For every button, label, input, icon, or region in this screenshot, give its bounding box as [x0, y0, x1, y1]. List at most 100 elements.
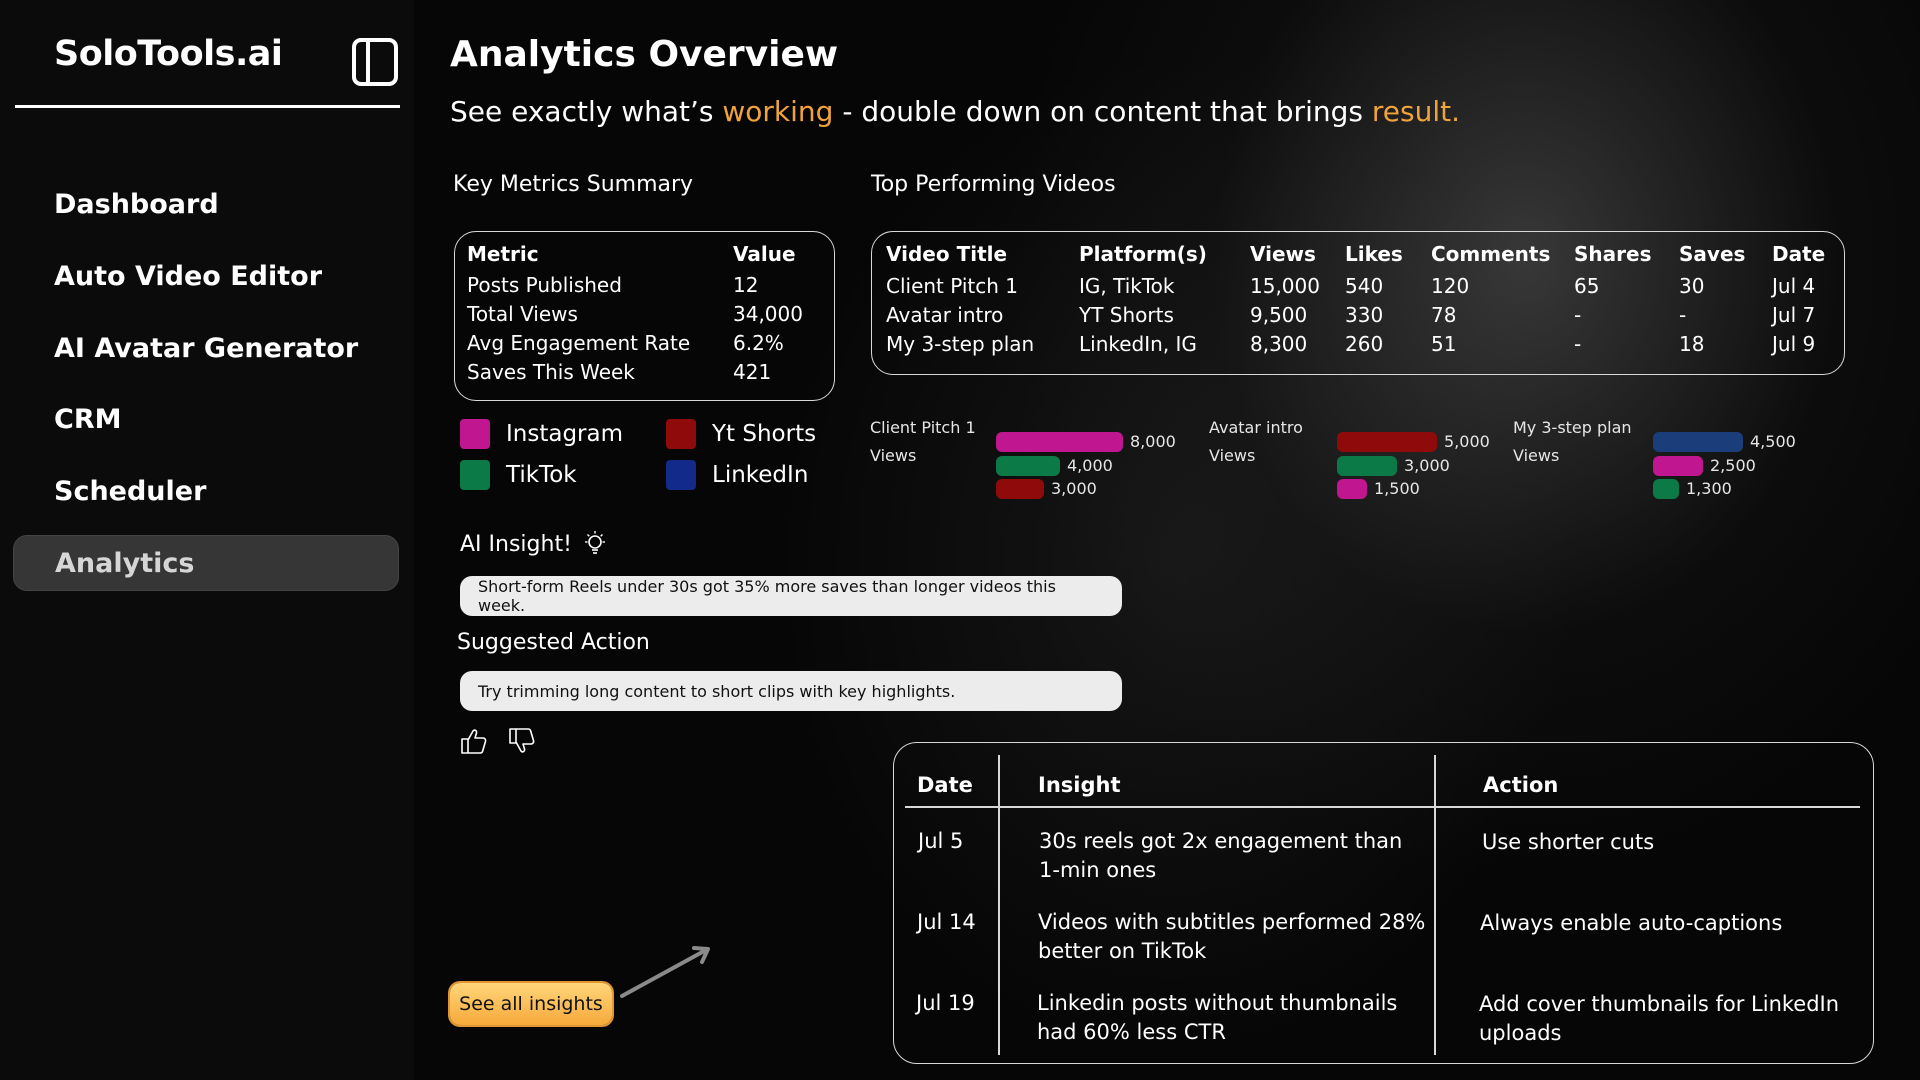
table-row: Total Views 34,000: [467, 300, 803, 329]
sidebar-item-auto-video-editor[interactable]: Auto Video Editor: [13, 248, 399, 304]
metric-name: Posts Published: [467, 273, 622, 297]
column-header: Saves: [1679, 242, 1746, 266]
metric-name: Avg Engagement Rate: [467, 331, 691, 355]
video-date: Jul 4: [1772, 274, 1816, 298]
insight-text: Linkedin posts without thumbnails had 60…: [1037, 989, 1397, 1047]
bar-value-label: 1,500: [1374, 479, 1420, 498]
insight-text: Videos with subtitles performed 28% bett…: [1038, 908, 1425, 966]
chart-avatar-intro: Avatar intro Views 5,000 3,000 1,500: [1209, 418, 1529, 508]
insight-line: 30s reels got 2x engagement than: [1039, 829, 1403, 853]
column-header: Views: [1250, 242, 1316, 266]
metric-name: Total Views: [467, 302, 578, 326]
video-likes: 330: [1345, 303, 1384, 327]
table-row: Avatar intro YT Shorts 9,500 330 78 - - …: [886, 301, 1825, 330]
bar-instagram: [996, 432, 1123, 452]
subtitle-highlight: result.: [1371, 95, 1460, 128]
table-row: Client Pitch 1 IG, TikTok 15,000 540 120…: [886, 272, 1825, 301]
top-videos-table: Video Title Platform(s) Views Likes Comm…: [871, 231, 1845, 375]
suggested-action-title: Suggested Action: [457, 630, 650, 655]
subtitle-text: See exactly what’s: [450, 95, 723, 128]
insight-date: Jul 19: [916, 991, 975, 1015]
lightbulb-icon: [584, 531, 605, 554]
chart-title: Avatar intro: [1209, 418, 1303, 437]
insight-text: 30s reels got 2x engagement than 1-min o…: [1039, 827, 1402, 885]
insight-date: Jul 5: [918, 829, 964, 853]
bar-tiktok: [1337, 456, 1397, 476]
bar-instagram: [1337, 479, 1367, 499]
ai-insight-title: AI Insight!: [460, 531, 572, 557]
thumbs-up-icon[interactable]: [459, 726, 489, 756]
key-metrics-table: Metric Value Posts Published 12 Total Vie…: [454, 231, 835, 401]
ai-insight-heading: AI Insight!: [460, 530, 608, 558]
table-row: Avg Engagement Rate 6.2%: [467, 329, 803, 358]
chart-caption: Avatar intro Views: [1209, 414, 1303, 470]
chart-metric-label: Views: [870, 446, 917, 465]
metric-name: Saves This Week: [467, 360, 635, 384]
sidebar-item-analytics[interactable]: Analytics: [13, 535, 399, 591]
chart-title: My 3-step plan: [1513, 418, 1632, 437]
ai-insight-text: Short-form Reels under 30s got 35% more …: [478, 577, 1056, 615]
brand-logo-text: SoloTools.ai: [54, 34, 283, 74]
bar-instagram: [1653, 456, 1703, 476]
video-views: 15,000: [1250, 274, 1320, 298]
column-divider: [1434, 755, 1436, 1055]
video-platforms: YT Shorts: [1079, 303, 1174, 327]
chart-caption: Client Pitch 1 Views: [870, 414, 976, 470]
main-content: Analytics Overview See exactly what’s wo…: [414, 0, 1920, 1080]
insight-line: Linkedin posts without thumbnails: [1037, 991, 1398, 1015]
sidebar-item-label: Scheduler: [54, 475, 207, 507]
legend-instagram: Instagram: [460, 419, 623, 449]
video-saves: 30: [1679, 274, 1705, 298]
column-header: Video Title: [886, 242, 1008, 266]
bar-value-label: 4,000: [1067, 456, 1113, 475]
video-comments: 51: [1431, 332, 1457, 356]
bar-tiktok: [1653, 479, 1679, 499]
column-header: Action: [1483, 773, 1559, 797]
bar-value-label: 5,000: [1444, 432, 1490, 451]
video-comments: 120: [1431, 274, 1470, 298]
sidebar-item-ai-avatar-generator[interactable]: AI Avatar Generator: [13, 320, 399, 376]
see-all-insights-button[interactable]: See all insights: [450, 983, 612, 1025]
bar-value-label: 1,300: [1686, 479, 1732, 498]
column-header: Metric: [467, 242, 539, 266]
header-divider: [905, 806, 1860, 808]
sidebar-item-label: Dashboard: [54, 188, 219, 220]
legend-swatch: [460, 419, 490, 449]
insight-action: Add cover thumbnails for LinkedIn upload…: [1479, 990, 1839, 1048]
video-likes: 260: [1345, 332, 1384, 356]
video-platforms: LinkedIn, IG: [1079, 332, 1197, 356]
insight-line: had 60% less CTR: [1037, 1020, 1226, 1044]
sidebar-item-scheduler[interactable]: Scheduler: [13, 463, 399, 519]
top-videos-title: Top Performing Videos: [871, 172, 1116, 197]
insight-line: 1-min ones: [1039, 858, 1157, 882]
arrow-icon: [620, 946, 710, 998]
video-title: My 3-step plan: [886, 332, 1035, 356]
video-title: Avatar intro: [886, 303, 1004, 327]
action-line: Always enable auto-captions: [1480, 911, 1783, 935]
bar-yt-shorts: [1337, 432, 1437, 452]
sidebar-toggle-icon[interactable]: [351, 37, 399, 87]
legend-label: TikTok: [506, 462, 577, 488]
sidebar-item-dashboard[interactable]: Dashboard: [13, 176, 399, 232]
insight-action: Always enable auto-captions: [1480, 909, 1782, 938]
video-comments: 78: [1431, 303, 1457, 327]
insights-history-table: Date Insight Action Jul 5 30s reels got …: [893, 742, 1874, 1064]
thumbs-down-icon[interactable]: [507, 726, 537, 756]
sidebar-item-label: Analytics: [55, 547, 195, 579]
sidebar-item-crm[interactable]: CRM: [13, 391, 399, 447]
video-platforms: IG, TikTok: [1079, 274, 1175, 298]
key-metrics-title: Key Metrics Summary: [453, 172, 694, 197]
video-shares: -: [1574, 332, 1582, 356]
column-header: Shares: [1574, 242, 1652, 266]
insight-line: Videos with subtitles performed 28%: [1038, 910, 1426, 934]
bar-linkedin: [1653, 432, 1743, 452]
chart-my-3-step-plan: My 3-step plan Views 4,500 2,500 1,300: [1513, 418, 1843, 508]
ai-insight-message: Short-form Reels under 30s got 35% more …: [460, 576, 1122, 616]
sidebar: SoloTools.ai Dashboard Auto Video Editor…: [0, 0, 414, 1080]
video-title: Client Pitch 1: [886, 274, 1019, 298]
bar-value-label: 2,500: [1710, 456, 1756, 475]
insight-date: Jul 14: [917, 910, 976, 934]
bar-value-label: 8,000: [1130, 432, 1176, 451]
suggested-action-text: Try trimming long content to short clips…: [478, 681, 956, 701]
column-header: Value: [733, 242, 796, 266]
